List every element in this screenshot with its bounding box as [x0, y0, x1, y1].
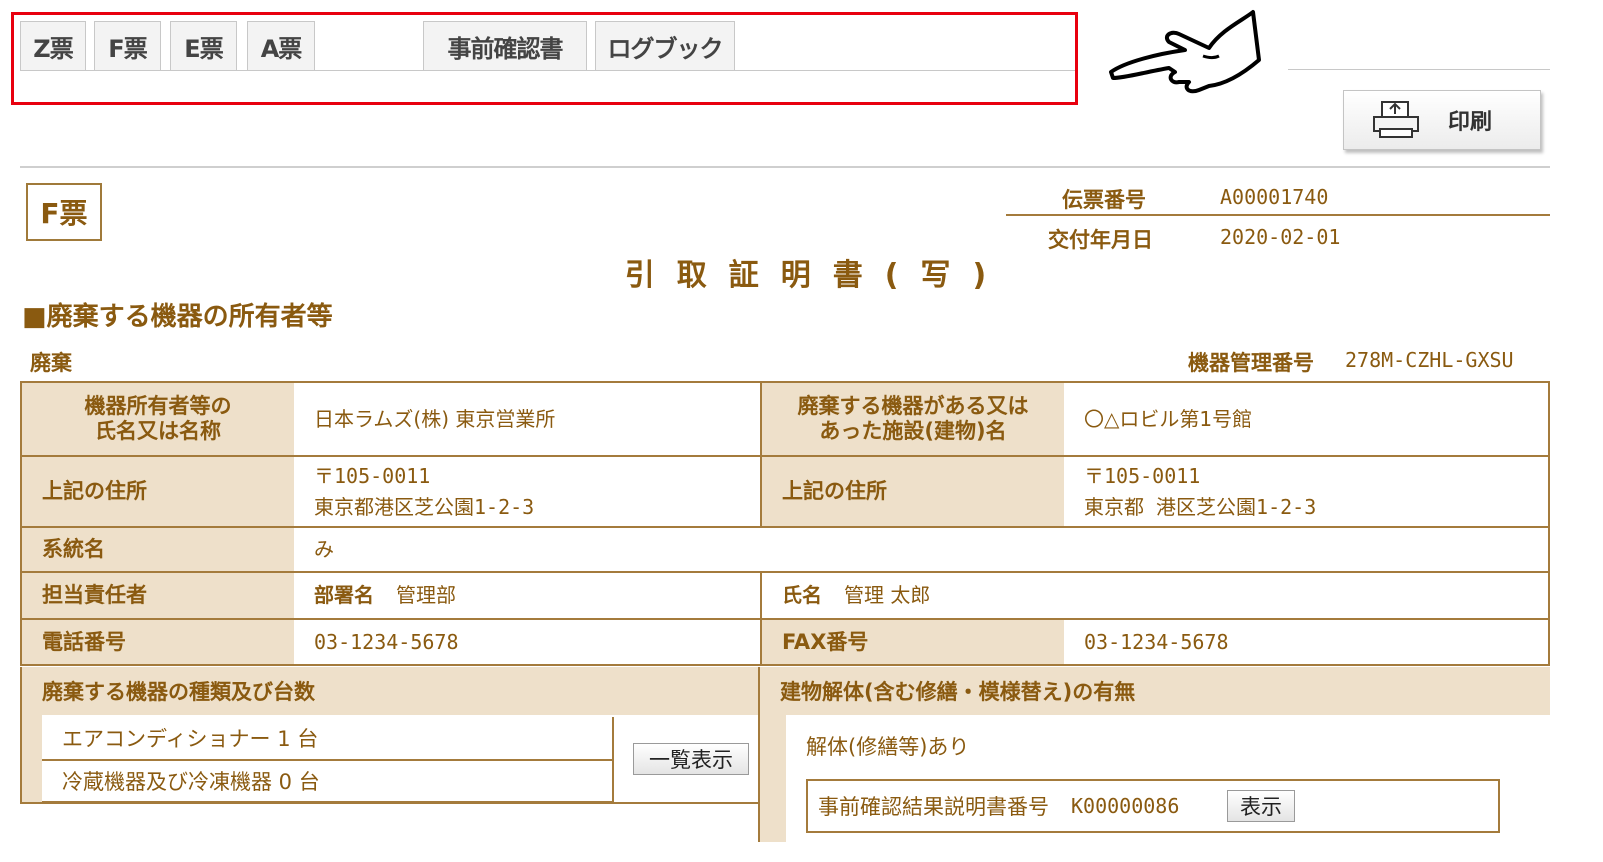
slip-number-label: 伝票番号	[1062, 188, 1146, 212]
owner-name-header: 機器所有者等の 氏名又は名称	[22, 383, 294, 455]
owner-name-value: 日本ラムズ(株) 東京営業所	[294, 383, 760, 455]
demolition-panel-left	[760, 715, 786, 842]
owner-address-value: 〒105-0011 東京都港区芝公園1-2-3	[294, 457, 760, 526]
table-row: 上記の住所 〒105-0011 東京都港区芝公園1-2-3 上記の住所 〒105…	[22, 455, 1548, 526]
facility-postal-code: 〒105-0011	[1084, 463, 1201, 488]
owner-name-label-2: 氏名又は名称	[95, 419, 221, 443]
doc-number-value: K00000086	[1071, 794, 1180, 818]
department-value: 管理部	[396, 583, 456, 607]
facility-label-1: 廃棄する機器がある又は	[797, 394, 1029, 418]
owner-postal-code: 〒105-0011	[314, 463, 431, 488]
issue-date-value: 2020-02-01	[1220, 225, 1341, 249]
phone-value: 03-1234-5678	[294, 620, 760, 664]
owner-address-header: 上記の住所	[22, 457, 294, 526]
system-name-value: み	[294, 528, 1548, 571]
table-row: 電話番号 03-1234-5678 FAX番号 03-1234-5678	[22, 618, 1548, 664]
equipment-number-label: 機器管理番号	[1188, 351, 1314, 375]
owner-info-table: 機器所有者等の 氏名又は名称 日本ラムズ(株) 東京営業所 廃棄する機器がある又…	[20, 381, 1550, 666]
demolition-status: 解体(修繕等)あり	[806, 735, 970, 759]
person-name-label: 氏名	[782, 583, 822, 607]
manager-header: 担当責任者	[22, 573, 294, 618]
facility-name-value: 〇△ロビル第1号館	[1064, 383, 1548, 455]
pre-confirmation-doc-box: 事前確認結果説明書番号 K00000086	[806, 779, 1500, 833]
print-button[interactable]: 印刷	[1343, 90, 1541, 150]
department-label: 部署名	[314, 583, 374, 607]
show-button[interactable]: 表示	[1227, 790, 1295, 822]
facility-label-2: あった施設(建物)名	[819, 419, 1007, 443]
fax-header: FAX番号	[760, 620, 1064, 664]
equipment-types-panel	[22, 715, 42, 802]
owner-address-line: 東京都港区芝公園1-2-3	[314, 494, 535, 519]
table-row: 機器所有者等の 氏名又は名称 日本ラムズ(株) 東京営業所 廃棄する機器がある又…	[22, 383, 1548, 455]
owner-name-label-1: 機器所有者等の	[84, 394, 232, 418]
doc-number-label: 事前確認結果説明書番号	[818, 795, 1049, 819]
section-title: ■廃棄する機器の所有者等	[22, 302, 333, 332]
facility-address-line: 東京都 港区芝公園1-2-3	[1084, 494, 1317, 519]
table-row: 系統名 み	[22, 526, 1548, 571]
form-type-badge: F票	[26, 183, 102, 241]
facility-name-header: 廃棄する機器がある又は あった施設(建物)名	[760, 383, 1064, 455]
department-cell: 部署名 管理部	[294, 573, 760, 618]
printer-icon	[1373, 101, 1419, 138]
document-title: 引取証明書(写)	[624, 258, 1009, 293]
slip-number-value: A00001740	[1220, 185, 1329, 209]
phone-header: 電話番号	[22, 620, 294, 664]
facility-address-header: 上記の住所	[760, 457, 1064, 526]
fax-value: 03-1234-5678	[1064, 620, 1548, 664]
header-right-line	[1288, 69, 1550, 70]
disposal-label: 廃棄	[30, 351, 72, 375]
person-name-value: 管理 太郎	[844, 583, 931, 607]
meta-divider	[1006, 214, 1550, 216]
person-cell: 氏名 管理 太郎	[760, 573, 1548, 618]
header-divider	[20, 166, 1550, 168]
equipment-types-list: エアコンディショナー 1 台 冷蔵機器及び冷凍機器 0 台	[42, 717, 614, 803]
pointing-hand-icon	[1109, 10, 1261, 94]
print-button-label: 印刷	[1448, 110, 1493, 135]
table-row: 担当責任者 部署名 管理部 氏名 管理 太郎	[22, 571, 1548, 618]
equipment-number-value: 278M-CZHL-GXSU	[1345, 348, 1514, 372]
list-item: エアコンディショナー 1 台	[62, 727, 319, 751]
equipment-types-header: 廃棄する機器の種類及び台数	[22, 667, 760, 715]
demolition-header: 建物解体(含む修繕・模様替え)の有無	[760, 667, 1550, 715]
equipment-section: 廃棄する機器の種類及び台数 建物解体(含む修繕・模様替え)の有無 エアコンディシ…	[20, 667, 1550, 842]
system-name-header: 系統名	[22, 528, 294, 571]
highlight-frame	[11, 12, 1078, 105]
list-view-button[interactable]: 一覧表示	[633, 743, 749, 775]
list-item: 冷蔵機器及び冷凍機器 0 台	[42, 759, 612, 801]
facility-address-value: 〒105-0011 東京都 港区芝公園1-2-3	[1064, 457, 1548, 526]
